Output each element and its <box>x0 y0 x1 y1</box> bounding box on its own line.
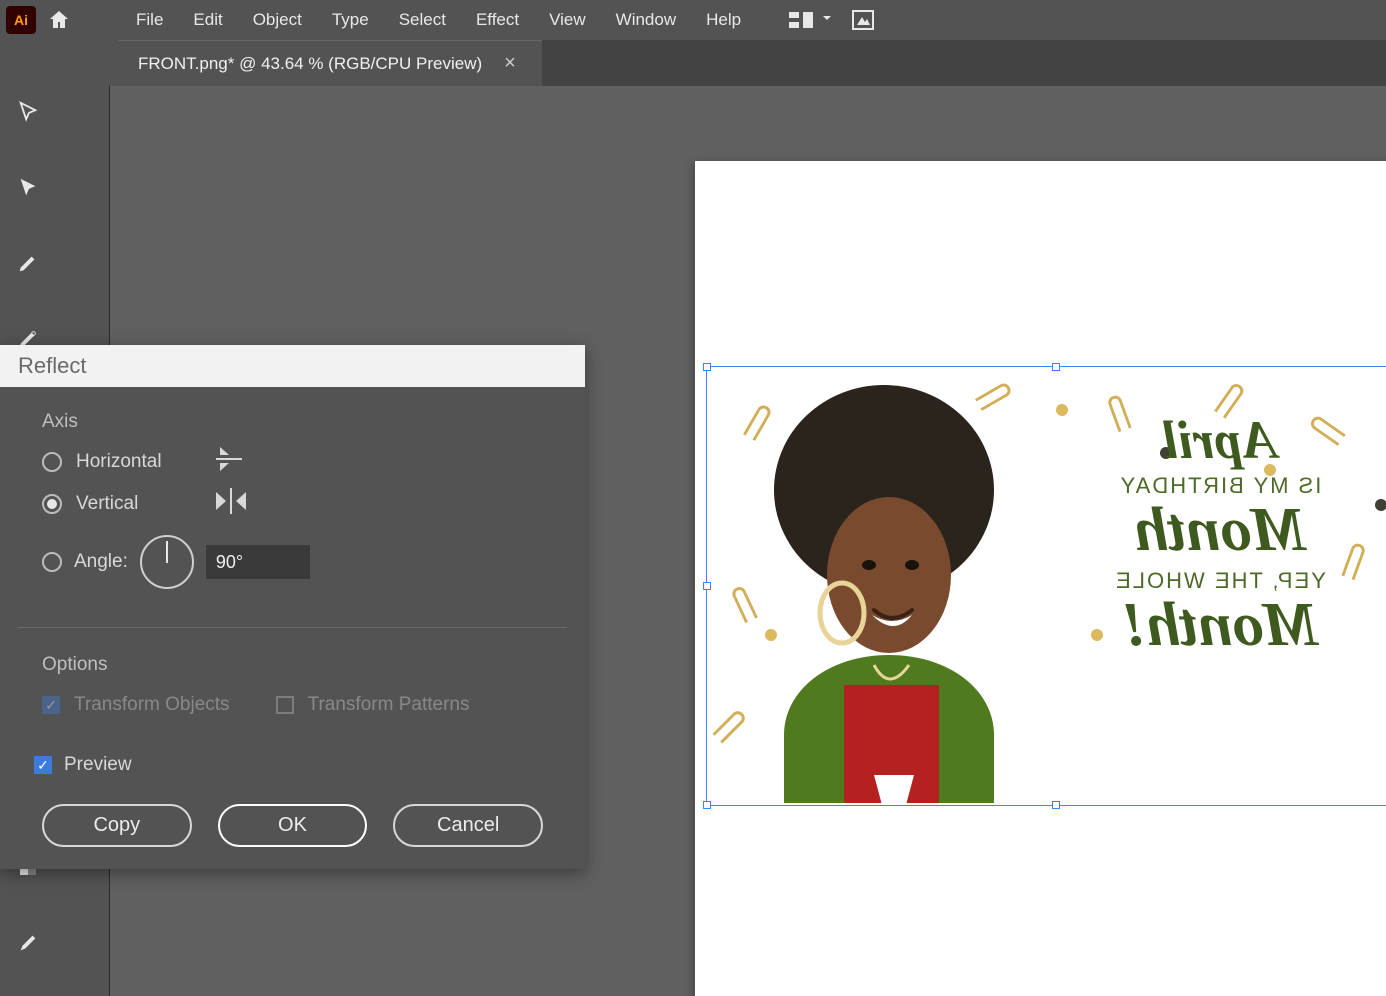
menu-object[interactable]: Object <box>239 6 316 34</box>
menu-file[interactable]: File <box>122 6 177 34</box>
document-tab-label: FRONT.png* @ 43.64 % (RGB/CPU Preview) <box>138 54 482 74</box>
menu-select[interactable]: Select <box>385 6 460 34</box>
ok-button[interactable]: OK <box>218 804 368 847</box>
workspace-switcher-area <box>789 9 875 31</box>
chevron-down-icon <box>821 11 833 29</box>
preview-label: Preview <box>64 754 132 776</box>
copy-button[interactable]: Copy <box>42 804 192 847</box>
selection-tool[interactable] <box>0 90 55 134</box>
axis-group-label: Axis <box>42 411 543 433</box>
menu-type[interactable]: Type <box>318 6 383 34</box>
menu-edit[interactable]: Edit <box>179 6 236 34</box>
menu-effect[interactable]: Effect <box>462 6 533 34</box>
radio-vertical[interactable] <box>42 494 62 514</box>
transform-patterns-label: Transform Patterns <box>308 694 470 716</box>
close-tab-icon[interactable]: × <box>504 52 516 75</box>
arrange-documents-button[interactable] <box>789 10 833 30</box>
transform-objects-label: Transform Objects <box>74 694 230 716</box>
app-menubar: Ai File Edit Object Type Select Effect V… <box>0 0 1386 40</box>
axis-horizontal-row[interactable]: Horizontal <box>42 451 543 473</box>
app-logo: Ai <box>6 6 36 34</box>
text-line-3: Month <box>1055 495 1385 566</box>
main-menu: File Edit Object Type Select Effect View… <box>122 6 755 34</box>
selection-handle[interactable] <box>703 582 711 590</box>
radio-horizontal-label: Horizontal <box>76 451 162 473</box>
checkbox-transform-patterns <box>276 696 294 714</box>
checkbox-preview[interactable] <box>34 756 52 774</box>
menu-window[interactable]: Window <box>602 6 690 34</box>
cancel-button[interactable]: Cancel <box>393 804 543 847</box>
text-line-5: Month! <box>1055 590 1385 661</box>
checkbox-transform-objects <box>42 696 60 714</box>
woman-illustration <box>724 369 1044 803</box>
text-line-1: April <box>1055 409 1385 471</box>
radio-horizontal[interactable] <box>42 452 62 472</box>
options-group-label: Options <box>42 654 543 676</box>
dialog-buttons: Copy OK Cancel <box>42 804 543 847</box>
radio-vertical-label: Vertical <box>76 493 138 515</box>
selection-handle[interactable] <box>1052 801 1060 809</box>
preview-row[interactable]: Preview <box>34 754 543 776</box>
radio-angle[interactable] <box>42 552 62 572</box>
vertical-axis-icon <box>214 488 248 520</box>
pen-tool[interactable] <box>0 241 55 285</box>
reflect-dialog: Reflect Axis Horizontal Vertical Angle: <box>0 345 585 869</box>
transform-objects-row: Transform Objects Transform Patterns <box>42 694 543 716</box>
divider <box>18 627 567 628</box>
menu-view[interactable]: View <box>535 6 600 34</box>
horizontal-axis-icon <box>214 445 244 479</box>
eyedropper-tool[interactable] <box>0 921 55 965</box>
selection-handle[interactable] <box>703 363 711 371</box>
dialog-title: Reflect <box>0 345 585 387</box>
angle-input[interactable] <box>206 545 310 579</box>
angle-label: Angle: <box>74 551 128 573</box>
workspace: April IS MY BIRTHDAY Month YEP, THE WHOL… <box>0 86 1386 996</box>
gpu-preview-button[interactable] <box>851 9 875 31</box>
document-tab[interactable]: FRONT.png* @ 43.64 % (RGB/CPU Preview) × <box>118 40 542 86</box>
selected-object-bounds[interactable]: April IS MY BIRTHDAY Month YEP, THE WHOL… <box>706 366 1386 806</box>
axis-vertical-row[interactable]: Vertical <box>42 493 543 515</box>
direct-selection-tool[interactable] <box>0 166 55 210</box>
angle-dial[interactable] <box>140 535 194 589</box>
document-tabs: FRONT.png* @ 43.64 % (RGB/CPU Preview) × <box>118 40 1386 86</box>
home-icon <box>47 8 71 32</box>
home-button[interactable] <box>42 3 76 37</box>
axis-angle-row[interactable]: Angle: <box>42 535 543 589</box>
placed-image: April IS MY BIRTHDAY Month YEP, THE WHOL… <box>709 369 1386 803</box>
birthday-text-block: April IS MY BIRTHDAY Month YEP, THE WHOL… <box>1055 409 1385 661</box>
menu-help[interactable]: Help <box>692 6 755 34</box>
selection-handle[interactable] <box>1052 363 1060 371</box>
selection-handle[interactable] <box>703 801 711 809</box>
